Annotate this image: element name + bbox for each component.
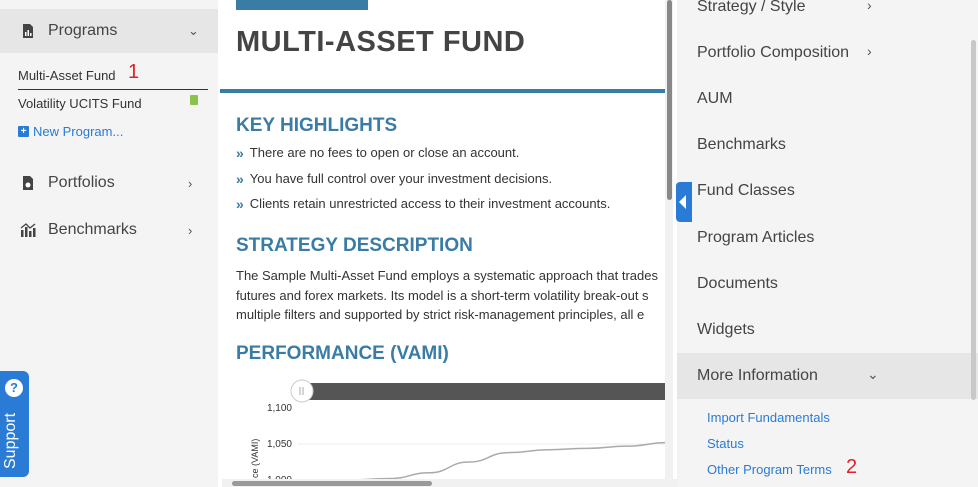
right-scrollbar-thumb[interactable]	[971, 40, 976, 400]
bar-chart-icon	[20, 223, 36, 237]
strategy-heading: STRATEGY DESCRIPTION	[236, 235, 473, 256]
right-nav-item-label: Strategy / Style	[697, 0, 806, 15]
vami-series-line	[349, 441, 668, 481]
y-axis-label: ce (VAMI)	[250, 439, 260, 478]
right-sidebar: Strategy / Style › Portfolio Composition › A…	[677, 0, 978, 487]
page-title: MULTI-ASSET FUND	[236, 26, 526, 58]
program-item-multi-asset[interactable]: Multi-Asset Fund	[18, 68, 116, 83]
right-nav-item-label: Benchmarks	[697, 136, 786, 153]
scrollbar-thumb[interactable]	[232, 481, 432, 486]
status-link[interactable]: Status	[707, 436, 744, 451]
collapse-panel-button[interactable]	[676, 182, 692, 222]
app-root: Programs ⌄ Multi-Asset Fund 1 Volatility…	[0, 0, 978, 487]
document-chart-icon	[23, 24, 33, 38]
bullet-icon: »	[236, 171, 244, 187]
right-nav-item[interactable]: AUM	[697, 90, 733, 108]
right-nav-item-label: Widgets	[697, 321, 755, 338]
right-nav-item[interactable]: Strategy / Style	[697, 0, 806, 16]
program-item-label: Volatility UCITS Fund	[18, 96, 142, 111]
help-icon: ?	[5, 379, 23, 397]
right-nav-item[interactable]: Documents	[697, 275, 778, 293]
right-nav-item-label: Documents	[697, 275, 778, 292]
support-button[interactable]: ? Support	[0, 371, 29, 477]
other-program-terms-link[interactable]: Other Program Terms	[707, 462, 832, 477]
right-nav-item[interactable]: Benchmarks	[697, 136, 786, 154]
left-sidebar: Programs ⌄ Multi-Asset Fund 1 Volatility…	[0, 0, 218, 487]
main-content: MULTI-ASSET FUND KEY HIGHLIGHTS » There …	[218, 0, 677, 487]
list-item: » You have full control over your invest…	[236, 171, 552, 187]
plus-icon: +	[18, 126, 29, 137]
right-nav-item-label: Portfolio Composition	[697, 44, 850, 61]
chevron-right-icon: ›	[188, 222, 193, 238]
nav-portfolios[interactable]: Portfolios ›	[0, 161, 218, 205]
vami-chart: 1,100 1,050 1,000 ce (VAMI)	[220, 378, 668, 487]
range-handle-knob[interactable]	[290, 379, 314, 403]
new-program-link[interactable]: + New Program...	[18, 124, 123, 139]
list-item: » Clients retain unrestricted access to …	[236, 196, 610, 212]
paragraph-line: futures and forex markets. Its model is …	[236, 287, 649, 303]
right-nav-item-label: Fund Classes	[697, 182, 795, 199]
document-icon[interactable]	[190, 95, 198, 105]
chevron-right-icon[interactable]: ›	[867, 43, 872, 59]
program-item-label: Multi-Asset Fund	[18, 68, 116, 83]
chevron-down-icon: ⌄	[188, 23, 199, 38]
list-item-text: You have full control over your investme…	[249, 171, 553, 186]
chart-svg: 1,100 1,050 1,000 ce (VAMI)	[250, 379, 668, 486]
portfolio-icon	[23, 176, 33, 190]
right-nav-item[interactable]: Widgets	[697, 321, 755, 339]
date-badge	[236, 0, 368, 10]
y-tick-label: 1,100	[267, 403, 292, 414]
list-item-text: There are no fees to open or close an ac…	[249, 145, 520, 160]
chevron-down-icon[interactable]: ⌄	[867, 366, 879, 383]
annotation-number: 2	[846, 456, 858, 478]
nav-benchmarks[interactable]: Benchmarks ›	[0, 208, 218, 252]
right-nav-item-label: AUM	[697, 90, 733, 107]
right-nav-item[interactable]: Portfolio Composition	[697, 44, 849, 62]
scrollbar-thumb[interactable]	[667, 0, 672, 200]
list-item-text: Clients retain unrestricted access to th…	[249, 196, 611, 211]
divider	[220, 89, 667, 93]
nav-programs[interactable]: Programs ⌄	[0, 9, 218, 53]
strategy-paragraph: The Sample Multi-Asset Fund employs a sy…	[236, 266, 677, 325]
paragraph-line: multiple filters and supported by strict…	[236, 307, 645, 322]
right-nav-item-label: Program Articles	[697, 229, 815, 246]
annotation-number: 1	[128, 61, 140, 83]
range-selector-bar[interactable]	[302, 383, 667, 400]
more-information-toggle[interactable]: More Information	[697, 367, 818, 385]
range-handle[interactable]	[290, 379, 314, 403]
paragraph-line: The Sample Multi-Asset Fund employs a sy…	[236, 268, 658, 283]
more-information-label: More Information	[697, 367, 818, 384]
nav-benchmarks-label: Benchmarks	[48, 221, 137, 238]
nav-portfolios-label: Portfolios	[48, 174, 115, 191]
nav-programs-label: Programs	[48, 22, 118, 39]
bullet-icon: »	[236, 145, 244, 161]
bullet-icon: »	[236, 196, 244, 212]
new-program-label: New Program...	[33, 124, 124, 139]
program-item-volatility[interactable]: Volatility UCITS Fund	[18, 96, 142, 111]
performance-heading: PERFORMANCE (VAMI)	[236, 343, 449, 364]
right-nav-item[interactable]: Fund Classes	[697, 182, 795, 200]
divider	[18, 89, 208, 90]
import-fundamentals-link[interactable]: Import Fundamentals	[707, 410, 830, 425]
list-item: » There are no fees to open or close an …	[236, 145, 519, 161]
right-nav-item[interactable]: Program Articles	[697, 229, 814, 247]
chevron-right-icon: ›	[188, 175, 193, 191]
y-tick-label: 1,050	[267, 439, 292, 450]
chevron-right-icon[interactable]: ›	[867, 0, 872, 13]
support-label: Support	[2, 412, 19, 469]
key-highlights-heading: KEY HIGHLIGHTS	[236, 115, 398, 136]
